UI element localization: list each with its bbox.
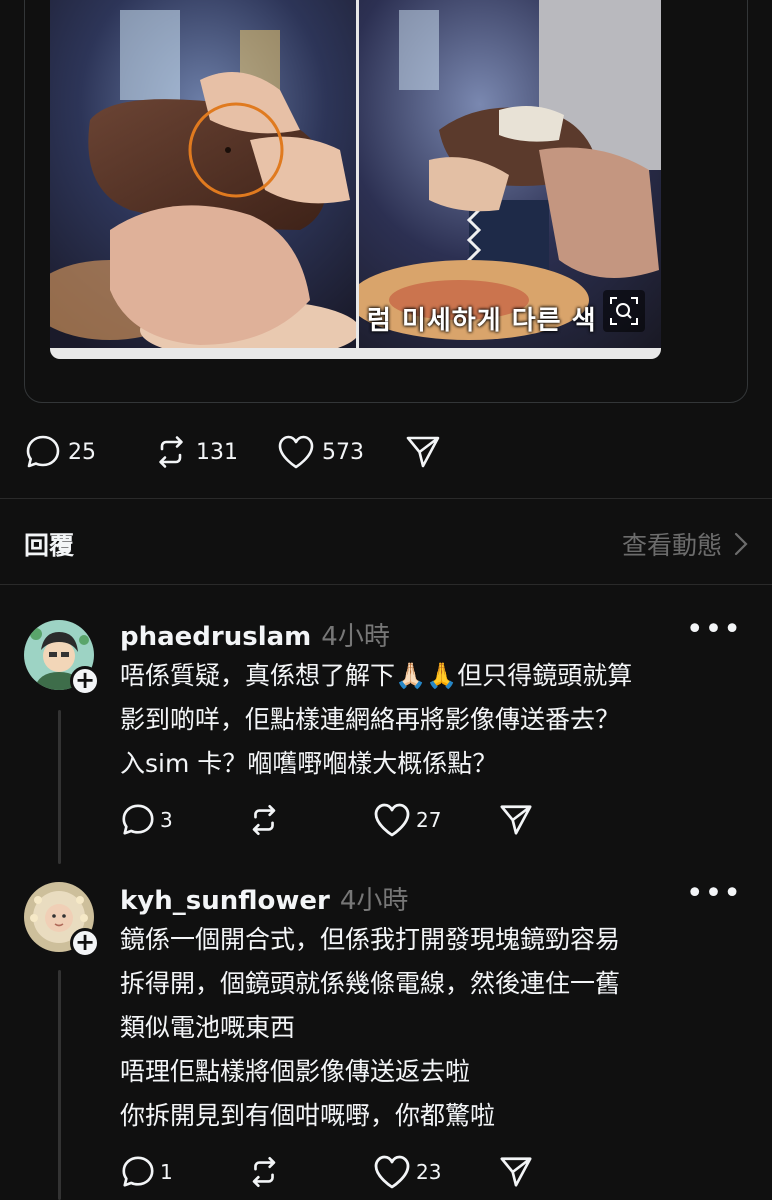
comment-line: 你拆開見到有個咁嘅嘢，你都驚啦 [120,1101,496,1130]
reply-count: 3 [160,808,173,832]
post-share-button[interactable] [404,430,442,474]
like-count: 27 [416,808,442,832]
comment-like-button[interactable]: 23 [372,1150,441,1194]
magnify-icon[interactable] [603,290,645,332]
comment-share-button[interactable] [498,798,534,842]
repost-icon [159,436,183,468]
subtitle-overlay: 럼 미세하게 다른 색 [367,306,597,336]
comment-line: 唔係質疑，真係想了解下🙏🏻🙏但只得鏡頭就算 [120,661,633,690]
repost-icon [252,1156,276,1188]
comment-repost-button[interactable] [246,1150,282,1194]
comment-reply-button[interactable]: 1 [120,1150,173,1194]
reply-count: 1 [160,1160,173,1184]
follow-plus-icon[interactable]: + [70,928,100,958]
post-repost-button[interactable]: 131 [152,430,238,474]
comment-line: 類似電池嘅東西 [120,1013,296,1042]
chevron-right-icon [734,532,748,556]
send-icon [500,805,532,835]
repost-count: 131 [196,439,238,465]
view-activity-label: 查看動態 [621,531,722,560]
username-text: kyh_sunflower [120,886,330,916]
avatar-button[interactable]: + [24,620,100,696]
follow-plus-icon[interactable]: + [70,666,100,696]
comment-share-button[interactable] [498,1150,534,1194]
comment-item: + kyh_sunflower 4小時 ••• 鏡係一個開合式，但係我打開發現塊鏡… [0,864,772,1200]
comment-icon [122,1156,154,1187]
comment-body: 唔係質疑，真係想了解下🙏🏻🙏但只得鏡頭就算 影到啲咩，佢點樣連網絡再將影像傳送番… [120,654,760,786]
repost-icon [252,804,276,836]
comment-timestamp: 4小時 [339,886,409,916]
replies-title: 回覆 [24,531,75,560]
comment-line: 鏡係一個開合式，但係我打開發現塊鏡勁容易 [120,925,621,954]
thread-line [58,970,61,1200]
comment-username[interactable]: phaedruslam 4小時 [120,616,390,653]
comment-timestamp: 4小時 [321,622,390,652]
view-activity-link[interactable]: 查看動態 [622,526,748,562]
media-frame-left[interactable] [50,0,356,348]
comment-repost-button[interactable] [246,798,282,842]
heart-icon [374,1155,410,1189]
comment-line: 入sim 卡？嗰嚿嘢嗰樣大概係點？ [120,749,498,778]
comment-username[interactable]: kyh_sunflower 4小時 [120,880,408,917]
post-media[interactable]: 럼 미세하게 다른 색 [50,0,661,359]
media-frame-right[interactable]: 럼 미세하게 다른 색 [359,0,661,348]
comment-line: 拆得開，個鏡頭就係幾條電線，然後連住一舊 [120,969,621,998]
comment-icon [26,435,60,468]
send-icon [406,436,440,468]
comment-icon [122,804,154,835]
username-text: phaedruslam [120,622,312,652]
send-icon [500,1157,532,1187]
heart-icon [374,803,410,837]
comment-line: 影到啲咩，佢點樣連網絡再將影像傳送番去？ [120,705,621,734]
comment-body: 鏡係一個開合式，但係我打開發現塊鏡勁容易 拆得開，個鏡頭就係幾條電線，然後連住一… [120,918,760,1138]
more-options-icon[interactable]: ••• [686,876,742,911]
heart-icon [278,435,314,469]
more-options-icon[interactable]: ••• [686,612,742,647]
photo-object-closeup [50,0,356,348]
post-comment-button[interactable]: 25 [24,430,96,474]
comment-line: 唔理佢點樣將個影像傳送返去啦 [120,1057,471,1086]
avatar-button[interactable]: + [24,882,100,958]
replies-header: 回覆 查看動態 [24,520,748,566]
comment-like-button[interactable]: 27 [372,798,441,842]
like-count: 573 [322,439,364,465]
comment-reply-button[interactable]: 3 [120,798,173,842]
like-count: 23 [416,1160,442,1184]
comment-count: 25 [68,439,96,465]
comment-item: + phaedruslam 4小時 ••• 唔係質疑，真係想了解下🙏🏻🙏但只得鏡頭… [0,584,772,864]
thread-line [58,710,61,864]
divider [0,498,772,499]
post-like-button[interactable]: 573 [276,430,364,474]
